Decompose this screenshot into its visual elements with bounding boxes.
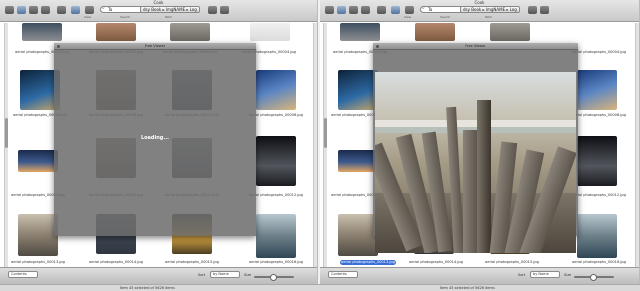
back-icon[interactable] bbox=[325, 6, 334, 14]
toolbar-search-label: Search bbox=[120, 15, 131, 19]
close-icon[interactable] bbox=[57, 45, 60, 48]
scrollbar-left[interactable] bbox=[4, 23, 8, 267]
viewer-photo[interactable] bbox=[375, 72, 576, 253]
sort-select[interactable]: by Name bbox=[530, 271, 560, 278]
breadcrumb[interactable]: dsy Book ▸ ImgNAME ▸ Log bbox=[460, 6, 520, 13]
grid-view-icon[interactable] bbox=[85, 6, 94, 14]
sidebar-icon[interactable] bbox=[208, 6, 217, 14]
breadcrumb[interactable]: dsy Book ▸ ImgNAME ▸ Log bbox=[140, 6, 200, 13]
grid-view-icon[interactable] bbox=[405, 6, 414, 14]
status-bar: Item 45 selected of 5626 items Item 45 s… bbox=[0, 284, 640, 291]
thumbnail-caption: aerial photographs_00012.jpg bbox=[572, 193, 626, 197]
sort-label: Sort bbox=[518, 273, 526, 277]
contents-field[interactable]: Contents bbox=[8, 271, 38, 278]
thumbnail-9[interactable] bbox=[18, 150, 58, 172]
thumbnail-16[interactable] bbox=[577, 214, 617, 258]
toolbar-view-label: View bbox=[84, 15, 92, 19]
sort-select[interactable]: by Name bbox=[210, 271, 240, 278]
size-label: Size bbox=[244, 273, 252, 277]
thumbnail-13[interactable] bbox=[338, 214, 378, 256]
zoom-slider[interactable] bbox=[574, 274, 614, 281]
thumbnail-3[interactable] bbox=[490, 23, 530, 41]
thumbnail-caption: aerial photographs_00013.jpg bbox=[11, 260, 65, 264]
delete-icon[interactable] bbox=[71, 6, 80, 14]
thumbnail-5[interactable] bbox=[338, 70, 378, 110]
loading-text: Loading... bbox=[140, 135, 170, 141]
sidebar-icon[interactable] bbox=[528, 6, 537, 14]
contents-field[interactable]: Contents bbox=[328, 271, 358, 278]
toolbar-search-label: Search bbox=[440, 15, 451, 19]
scrollbar-thumb[interactable] bbox=[5, 118, 8, 148]
toolbar: Cook Ta dsy Book ▸ ImgNAME ▸ Log View Se… bbox=[320, 0, 639, 22]
toolbar-path-label: Path bbox=[165, 15, 172, 19]
thumbnail-2[interactable] bbox=[96, 23, 136, 41]
slideshow-icon[interactable] bbox=[377, 6, 386, 14]
info-icon[interactable] bbox=[540, 6, 549, 14]
thumbnail-caption: aerial photographs_00014.jpg bbox=[89, 260, 143, 264]
photo-tower bbox=[477, 100, 491, 253]
back-icon[interactable] bbox=[5, 6, 14, 14]
thumbnail-caption: aerial photographs_00014.jpg bbox=[409, 260, 463, 264]
thumbnail-caption: aerial photographs_00008.jpg bbox=[572, 113, 626, 117]
thumbnail-caption: aerial photographs_00016.jpg bbox=[572, 260, 626, 264]
toolbar-view-label: View bbox=[404, 15, 412, 19]
delete-icon[interactable] bbox=[391, 6, 400, 14]
sort-label: Sort bbox=[198, 273, 206, 277]
share-icon[interactable] bbox=[41, 6, 50, 14]
thumbnail-caption: aerial photographs_00015.jpg bbox=[165, 260, 219, 264]
thumbnail-caption: aerial photographs_00015.jpg bbox=[485, 260, 539, 264]
scrollbar-left[interactable] bbox=[323, 23, 327, 267]
thumbnail-4[interactable] bbox=[250, 23, 290, 41]
thumbnail-8[interactable] bbox=[256, 70, 296, 110]
thumbnail-9[interactable] bbox=[338, 150, 378, 172]
toolbar-path-label: Path bbox=[485, 15, 492, 19]
scrollbar-thumb[interactable] bbox=[324, 118, 327, 148]
status-text-right: Item 45 selected of 5626 items bbox=[440, 286, 495, 290]
thumbnail-1[interactable] bbox=[340, 23, 380, 41]
scrollbar-right[interactable] bbox=[313, 23, 317, 267]
thumbnail-caption: aerial photographs_00016.jpg bbox=[249, 260, 303, 264]
thumbnail-caption-selected: aerial photographs_00013.jpg bbox=[340, 260, 396, 265]
tools-icon[interactable] bbox=[29, 6, 38, 14]
thumbnail-3[interactable] bbox=[170, 23, 210, 41]
free-viewer: Free Viewer bbox=[373, 43, 578, 253]
bottom-bar: Contents Sort by Name Size bbox=[0, 267, 317, 284]
info-icon[interactable] bbox=[220, 6, 229, 14]
thumbnail-16[interactable] bbox=[256, 214, 296, 258]
close-icon[interactable] bbox=[376, 45, 379, 48]
viewer-title: Free Viewer bbox=[144, 44, 166, 48]
share-icon[interactable] bbox=[361, 6, 370, 14]
slideshow-icon[interactable] bbox=[57, 6, 66, 14]
free-viewer-loading: Free Viewer Loading... bbox=[54, 43, 256, 236]
viewer-title-bar[interactable]: Free Viewer bbox=[373, 43, 578, 50]
thumbnail-12[interactable] bbox=[256, 136, 296, 186]
window-title: Cook bbox=[474, 0, 485, 5]
view-toggle-icon[interactable] bbox=[337, 6, 346, 14]
status-text-left: Item 45 selected of 5626 items bbox=[120, 286, 175, 290]
photo-building bbox=[463, 130, 477, 253]
viewer-title: Free Viewer bbox=[465, 44, 486, 48]
thumbnail-caption: aerial photographs_00004.jpg bbox=[572, 50, 626, 54]
thumbnail-1[interactable] bbox=[22, 23, 62, 41]
thumbnail-2[interactable] bbox=[415, 23, 455, 41]
toolbar: Cook Ta dsy Book ▸ ImgNAME ▸ Log View Se… bbox=[0, 0, 317, 22]
size-label: Size bbox=[564, 273, 572, 277]
viewer-title-bar[interactable]: Free Viewer bbox=[54, 43, 256, 50]
window-title: Cook bbox=[153, 0, 164, 5]
thumbnail-13[interactable] bbox=[18, 214, 58, 256]
zoom-slider[interactable] bbox=[254, 274, 294, 281]
thumbnail-8[interactable] bbox=[577, 70, 617, 110]
view-toggle-icon[interactable] bbox=[17, 6, 26, 14]
thumbnail-12[interactable] bbox=[577, 136, 617, 186]
bottom-bar: Contents Sort by Name Size bbox=[320, 267, 639, 284]
tools-icon[interactable] bbox=[349, 6, 358, 14]
scrollbar-right[interactable] bbox=[635, 23, 639, 267]
